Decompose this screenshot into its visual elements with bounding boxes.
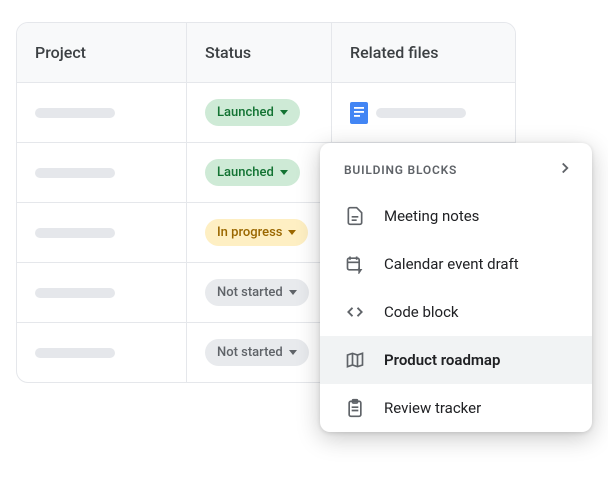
status-badge-launched[interactable]: Launched xyxy=(205,99,300,126)
calendar-event-icon xyxy=(344,253,366,275)
related-file-chip[interactable] xyxy=(350,102,466,124)
chevron-down-icon xyxy=(280,110,288,115)
menu-item-calendar-event[interactable]: Calendar event draft xyxy=(320,240,592,288)
menu-item-label: Meeting notes xyxy=(384,207,479,225)
menu-item-label: Product roadmap xyxy=(384,351,500,369)
placeholder-text xyxy=(35,168,115,178)
status-badge-in-progress[interactable]: In progress xyxy=(205,219,308,246)
table-row: Launched xyxy=(17,83,515,143)
doc-icon xyxy=(350,102,368,124)
status-badge-not-started[interactable]: Not started xyxy=(205,279,309,306)
column-header-status: Status xyxy=(187,23,332,82)
menu-item-meeting-notes[interactable]: Meeting notes xyxy=(320,192,592,240)
status-label: Not started xyxy=(217,345,283,360)
chevron-right-icon xyxy=(556,159,574,180)
chevron-down-icon xyxy=(288,230,296,235)
placeholder-text xyxy=(35,348,115,358)
placeholder-text xyxy=(35,108,115,118)
status-label: In progress xyxy=(217,225,282,240)
status-label: Launched xyxy=(217,105,274,120)
map-icon xyxy=(344,349,366,371)
menu-item-label: Code block xyxy=(384,303,459,321)
chevron-down-icon xyxy=(289,290,297,295)
chevron-down-icon xyxy=(289,350,297,355)
clipboard-list-icon xyxy=(344,397,366,419)
building-blocks-menu: BUILDING BLOCKS Meeting notes Calendar e… xyxy=(320,143,592,432)
file-text-icon xyxy=(344,205,366,227)
placeholder-text xyxy=(35,228,115,238)
menu-item-review-tracker[interactable]: Review tracker xyxy=(320,384,592,432)
column-header-files: Related files xyxy=(332,23,515,82)
placeholder-text xyxy=(376,108,466,118)
menu-item-product-roadmap[interactable]: Product roadmap xyxy=(320,336,592,384)
status-badge-launched[interactable]: Launched xyxy=(205,159,300,186)
menu-header[interactable]: BUILDING BLOCKS xyxy=(320,143,592,192)
code-angle-icon xyxy=(344,301,366,323)
chevron-down-icon xyxy=(280,170,288,175)
table-header-row: Project Status Related files xyxy=(17,23,515,83)
column-header-project: Project xyxy=(17,23,187,82)
status-badge-not-started[interactable]: Not started xyxy=(205,339,309,366)
menu-title: BUILDING BLOCKS xyxy=(344,163,457,177)
menu-item-label: Calendar event draft xyxy=(384,255,519,273)
status-label: Not started xyxy=(217,285,283,300)
status-label: Launched xyxy=(217,165,274,180)
placeholder-text xyxy=(35,288,115,298)
menu-item-code-block[interactable]: Code block xyxy=(320,288,592,336)
menu-item-label: Review tracker xyxy=(384,399,481,417)
